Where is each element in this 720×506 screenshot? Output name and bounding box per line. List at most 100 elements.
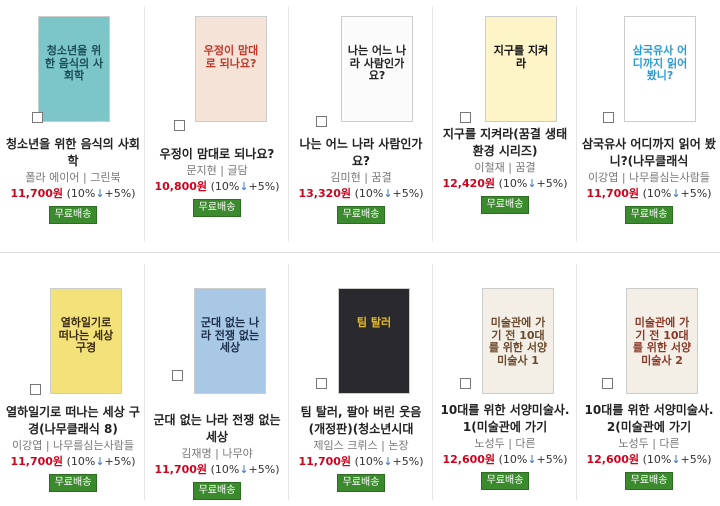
book-item: 군대 없는 나라 전쟁 없는 세상 군대 없는 나라 전쟁 없는 세상 김재명 | … [144, 258, 288, 506]
book-info: 10대를 위한 서양미술사. 1(미술관에 가기 노성두 | 다른 12,600원 … [438, 402, 572, 490]
select-checkbox[interactable] [602, 378, 613, 389]
point-rate: +5%) [248, 463, 280, 476]
book-cover[interactable]: 미술관에 가기 전 10대를 위한 서양미술사 2 [626, 288, 698, 394]
book-title[interactable]: 우정이 맘대로 되나요? [150, 146, 284, 163]
book-cover[interactable]: 열하일기로 떠나는 세상 구경 [50, 288, 122, 394]
book-row-1: 청소년을 위한 음식의 사회학 청소년을 위한 음식의 사회학 폴라 에이어 | 그… [0, 0, 720, 248]
down-arrow-icon: ↓ [527, 177, 537, 190]
column-divider [576, 6, 577, 242]
point-rate: +5%) [392, 455, 424, 468]
book-price: 11,700원 (10%↓+5%) [6, 186, 140, 202]
select-checkbox[interactable] [460, 112, 471, 123]
select-checkbox[interactable] [316, 116, 327, 127]
book-title[interactable]: 지구를 지켜라(꿈결 생태 환경 시리즈) [438, 126, 572, 160]
price-value: 11,700원 [10, 455, 64, 468]
select-checkbox[interactable] [460, 378, 471, 389]
book-title[interactable]: 청소년을 위한 음식의 사회학 [6, 136, 140, 170]
discount-rate: (10% [354, 455, 384, 468]
book-cover-title: 지구를 지켜라 [493, 44, 549, 70]
book-info: 팀 탈러, 팔아 버린 웃음(개정판)(청소년시대 제임스 크뤼스 | 논장 11,… [294, 404, 428, 492]
book-info: 군대 없는 나라 전쟁 없는 세상 김재명 | 나무야 11,700원 (10%↓+… [150, 412, 284, 500]
column-divider [288, 264, 289, 500]
down-arrow-icon: ↓ [671, 453, 681, 466]
select-checkbox[interactable] [174, 120, 185, 131]
book-title[interactable]: 열하일기로 떠나는 세상 구경(나무클래식 8) [6, 404, 140, 438]
discount-rate: (10% [642, 187, 672, 200]
book-cover[interactable]: 삼국유사 어디까지 읽어 봤니? [624, 16, 696, 122]
book-price: 12,600원 (10%↓+5%) [438, 452, 572, 468]
down-arrow-icon: ↓ [95, 455, 105, 468]
column-divider [144, 264, 145, 500]
price-value: 12,600원 [442, 453, 496, 466]
book-price: 11,700원 (10%↓+5%) [582, 186, 716, 202]
discount-rate: (10% [498, 453, 528, 466]
book-info: 우정이 맘대로 되나요? 문지현 | 글담 10,800원 (10%↓+5%) 무료배… [150, 146, 284, 217]
point-rate: +5%) [248, 180, 280, 193]
book-info: 10대를 위한 서양미술사. 2(미술관에 가기 노성두 | 다른 12,600원 … [582, 402, 716, 490]
free-shipping-badge: 무료배송 [624, 472, 674, 490]
discount-rate: (10% [66, 455, 96, 468]
book-title[interactable]: 팀 탈러, 팔아 버린 웃음(개정판)(청소년시대 [294, 404, 428, 438]
book-item: 나는 어느 나라 사람인가요? 나는 어느 나라 사람인가요? 김미현 | 꿈결 13… [288, 0, 432, 248]
book-cover[interactable]: 군대 없는 나라 전쟁 없는 세상 [194, 288, 266, 394]
column-divider [576, 264, 577, 500]
down-arrow-icon: ↓ [671, 187, 681, 200]
book-info: 지구를 지켜라(꿈결 생태 환경 시리즈) 이철재 | 꿈결 12,420원 (10… [438, 126, 572, 214]
book-cover[interactable]: 팀 탈러 [338, 288, 410, 394]
book-author-publisher: 노성두 | 다른 [618, 437, 680, 450]
select-checkbox[interactable] [316, 378, 327, 389]
price-value: 13,320원 [298, 187, 352, 200]
book-info: 청소년을 위한 음식의 사회학 폴라 에이어 | 그린북 11,700원 (10%↓… [6, 136, 140, 224]
book-cover-title: 나는 어느 나라 사람인가요? [347, 44, 407, 83]
book-item: 지구를 지켜라지구를 지켜라(꿈결 생태 환경 시리즈) 이철재 | 꿈결 12,4… [432, 0, 576, 248]
book-author-publisher: 이강엽 | 나무를심는사람들 [587, 171, 711, 184]
column-divider [432, 264, 433, 500]
book-item: 열하일기로 떠나는 세상 구경열하일기로 떠나는 세상 구경(나무클래식 8) 이… [0, 258, 144, 506]
book-title[interactable]: 군대 없는 나라 전쟁 없는 세상 [150, 412, 284, 446]
price-value: 11,700원 [10, 187, 64, 200]
book-item: 팀 탈러팀 탈러, 팔아 버린 웃음(개정판)(청소년시대 제임스 크뤼스 | 논… [288, 258, 432, 506]
down-arrow-icon: ↓ [239, 180, 249, 193]
price-value: 12,600원 [586, 453, 640, 466]
book-item: 우정이 맘대로 되나요? 우정이 맘대로 되나요? 문지현 | 글담 10,800원 … [144, 0, 288, 248]
free-shipping-badge: 무료배송 [624, 206, 674, 224]
point-rate: +5%) [536, 453, 568, 466]
select-checkbox[interactable] [603, 112, 614, 123]
book-title[interactable]: 나는 어느 나라 사람인가요? [294, 136, 428, 170]
book-author-publisher: 노성두 | 다른 [474, 437, 536, 450]
down-arrow-icon: ↓ [383, 187, 393, 200]
book-cover[interactable]: 나는 어느 나라 사람인가요? [341, 16, 413, 122]
book-info: 나는 어느 나라 사람인가요? 김미현 | 꿈결 13,320원 (10%↓+5%)… [294, 136, 428, 224]
book-title[interactable]: 삼국유사 어디까지 읽어 봤니?(나무클래식 [582, 136, 716, 170]
book-author-publisher: 김미현 | 꿈결 [330, 171, 392, 184]
point-rate: +5%) [680, 187, 712, 200]
book-cover[interactable]: 미술관에 가기 전 10대를 위한 서양미술사 1 [482, 288, 554, 394]
book-price: 11,700원 (10%↓+5%) [294, 454, 428, 470]
book-title[interactable]: 10대를 위한 서양미술사. 2(미술관에 가기 [582, 402, 716, 436]
book-title[interactable]: 10대를 위한 서양미술사. 1(미술관에 가기 [438, 402, 572, 436]
book-author-publisher: 김재명 | 나무야 [181, 447, 253, 460]
book-author-publisher: 이강엽 | 나무를심는사람들 [11, 439, 135, 452]
book-cover[interactable]: 지구를 지켜라 [485, 16, 557, 122]
book-author-publisher: 이철재 | 꿈결 [474, 161, 536, 174]
book-cover-title: 팀 탈러 [356, 316, 392, 329]
price-value: 11,700원 [586, 187, 640, 200]
book-info: 열하일기로 떠나는 세상 구경(나무클래식 8) 이강엽 | 나무를심는사람들 11… [6, 404, 140, 492]
discount-rate: (10% [354, 187, 384, 200]
select-checkbox[interactable] [32, 112, 43, 123]
select-checkbox[interactable] [172, 370, 183, 381]
book-cover[interactable]: 청소년을 위한 음식의 사회학 [38, 16, 110, 122]
discount-rate: (10% [66, 187, 96, 200]
discount-rate: (10% [210, 180, 240, 193]
discount-rate: (10% [210, 463, 240, 476]
price-value: 11,700원 [154, 463, 208, 476]
down-arrow-icon: ↓ [239, 463, 249, 476]
free-shipping-badge: 무료배송 [192, 199, 242, 217]
book-price: 11,700원 (10%↓+5%) [6, 454, 140, 470]
price-value: 12,420원 [442, 177, 496, 190]
select-checkbox[interactable] [30, 384, 41, 395]
book-price: 12,420원 (10%↓+5%) [438, 176, 572, 192]
book-cover[interactable]: 우정이 맘대로 되나요? [195, 16, 267, 122]
discount-rate: (10% [498, 177, 528, 190]
free-shipping-badge: 무료배송 [48, 206, 98, 224]
